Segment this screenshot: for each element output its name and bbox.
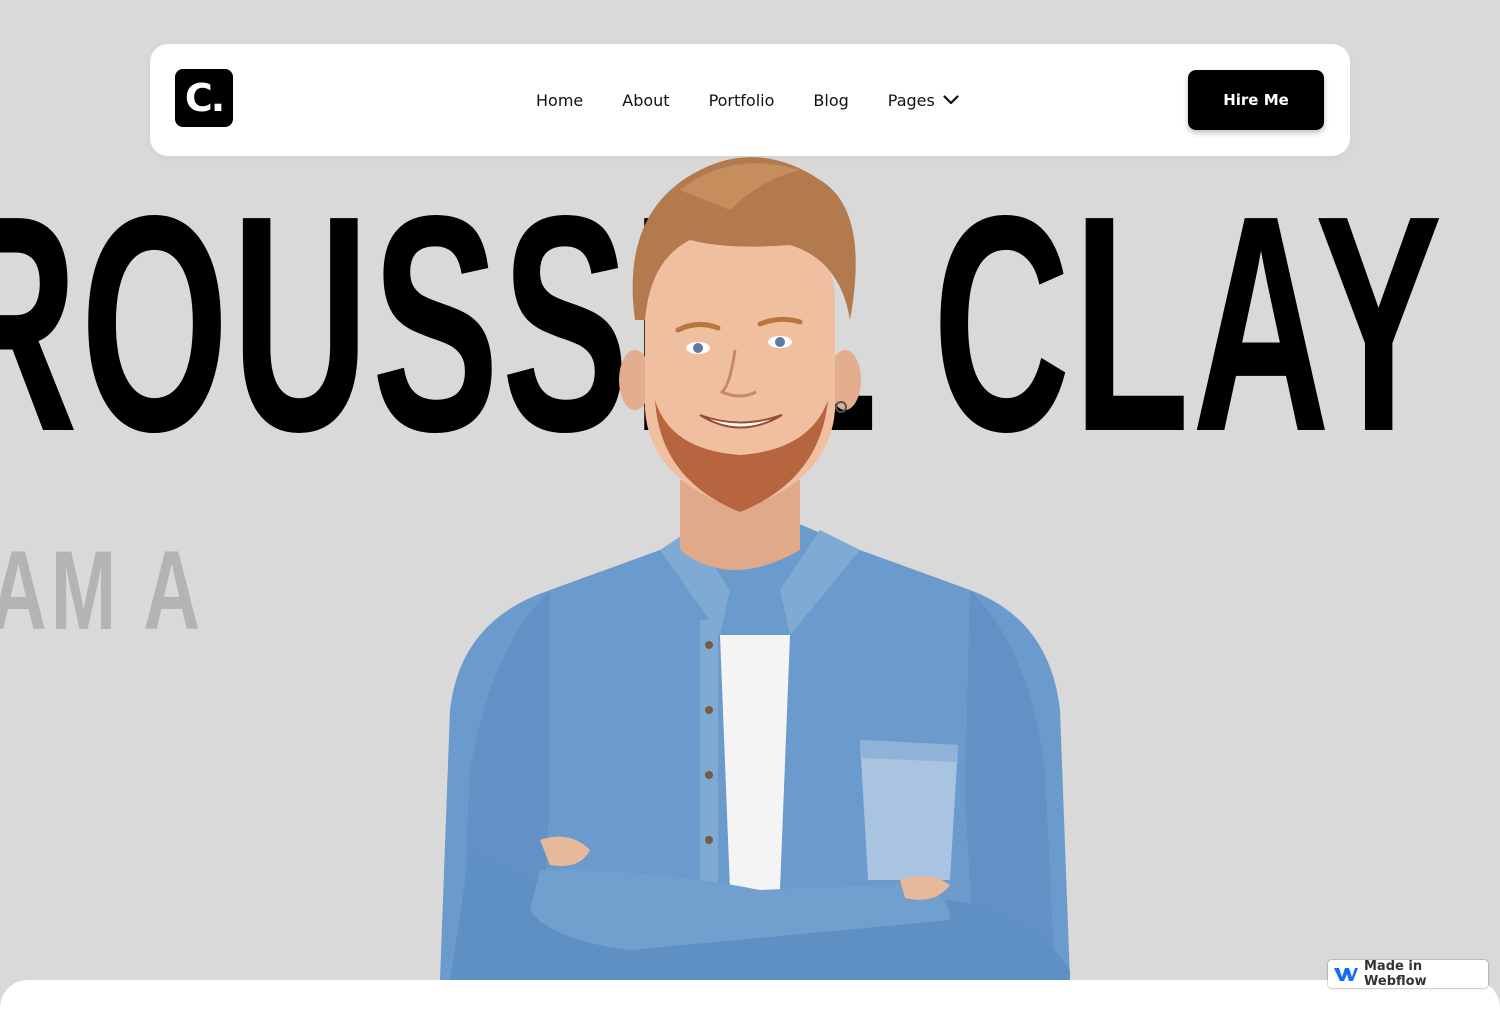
nav-menu: Home About Portfolio Blog Pages — [536, 44, 998, 156]
portrait-image — [440, 157, 1070, 980]
webflow-logo-icon — [1334, 966, 1358, 982]
nav-link-blog[interactable]: Blog — [813, 91, 848, 110]
navbar: C. Home About Portfolio Blog Pages Hire … — [150, 44, 1350, 156]
nav-link-portfolio[interactable]: Portfolio — [709, 91, 775, 110]
nav-link-home[interactable]: Home — [536, 91, 583, 110]
logo[interactable]: C. — [175, 69, 233, 127]
nav-dropdown-pages-label: Pages — [887, 90, 935, 110]
made-in-webflow-label: Made in Webflow — [1364, 959, 1427, 989]
nav-link-about[interactable]: About — [622, 91, 669, 110]
nav-dropdown-pages[interactable]: Pages — [888, 91, 959, 110]
hire-me-button[interactable]: Hire Me — [1188, 70, 1324, 130]
hero-subtitle: AM A — [0, 528, 205, 653]
chevron-down-icon — [943, 95, 959, 105]
made-in-webflow-badge[interactable]: Made in Webflow — [1328, 959, 1488, 989]
content-panel — [0, 980, 1500, 1020]
